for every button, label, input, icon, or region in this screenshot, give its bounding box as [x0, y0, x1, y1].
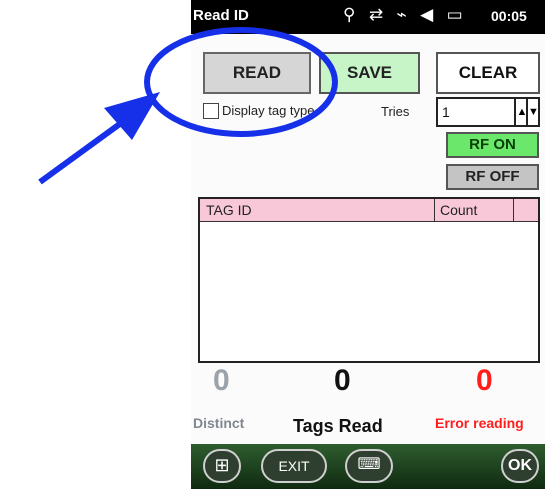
column-header-tag-id[interactable]: TAG ID: [200, 199, 435, 221]
pointer-arrow-head: [104, 92, 160, 140]
rf-on-button[interactable]: RF ON: [446, 132, 539, 158]
distinct-label: Distinct: [193, 415, 245, 431]
status-icons: ⚲ ⇄ ⌁ ◀ ▭: [343, 5, 467, 25]
display-tag-type-label: Display tag type: [222, 103, 315, 118]
arrow-down-icon: ▼: [528, 106, 539, 118]
ok-button[interactable]: OK: [501, 449, 539, 483]
tries-down-button[interactable]: ▼: [526, 97, 540, 127]
keyboard-icon: ⌨: [357, 456, 381, 473]
clear-button[interactable]: CLEAR: [436, 52, 540, 94]
clock: 00:05: [491, 8, 527, 24]
window-title: Read ID: [193, 7, 249, 24]
tag-table[interactable]: TAG ID Count: [198, 197, 540, 363]
rf-off-button[interactable]: RF OFF: [446, 164, 539, 190]
display-tag-type-checkbox[interactable]: [203, 103, 219, 119]
volume-icon[interactable]: ◀: [420, 5, 437, 25]
tries-input[interactable]: 1: [436, 97, 516, 127]
battery-icon: ▭: [446, 5, 467, 25]
table-header: TAG ID Count: [200, 199, 538, 222]
exit-button[interactable]: EXIT: [261, 449, 327, 483]
bottom-bar: ⊞ EXIT ⌨ OK: [191, 444, 545, 489]
pointer-arrow-shaft: [38, 115, 130, 185]
tags-read-label: Tags Read: [293, 416, 383, 436]
error-reading-label: Error reading: [435, 415, 524, 431]
connection-icon: ⌁: [396, 5, 411, 25]
sync-arrows-icon: ⇄: [368, 5, 388, 25]
windows-logo-icon: ⊞: [214, 455, 230, 475]
distinct-count: 0: [213, 364, 230, 397]
status-bar: Read ID ⚲ ⇄ ⌁ ◀ ▭ 00:05: [191, 0, 545, 34]
tags-read-count: 0: [334, 364, 351, 397]
keyboard-button[interactable]: ⌨: [345, 449, 393, 483]
signal-antenna-icon: ⚲: [343, 5, 360, 25]
column-header-count[interactable]: Count: [436, 199, 514, 221]
tries-value: 1: [442, 104, 450, 120]
read-button[interactable]: READ: [203, 52, 311, 94]
tries-label: Tries: [381, 104, 410, 119]
device-screen: Read ID ⚲ ⇄ ⌁ ◀ ▭ 00:05 READ SAVE CLEAR …: [191, 0, 545, 489]
windows-start-button[interactable]: ⊞: [203, 449, 241, 483]
save-button[interactable]: SAVE: [319, 52, 420, 94]
error-count: 0: [476, 364, 493, 397]
